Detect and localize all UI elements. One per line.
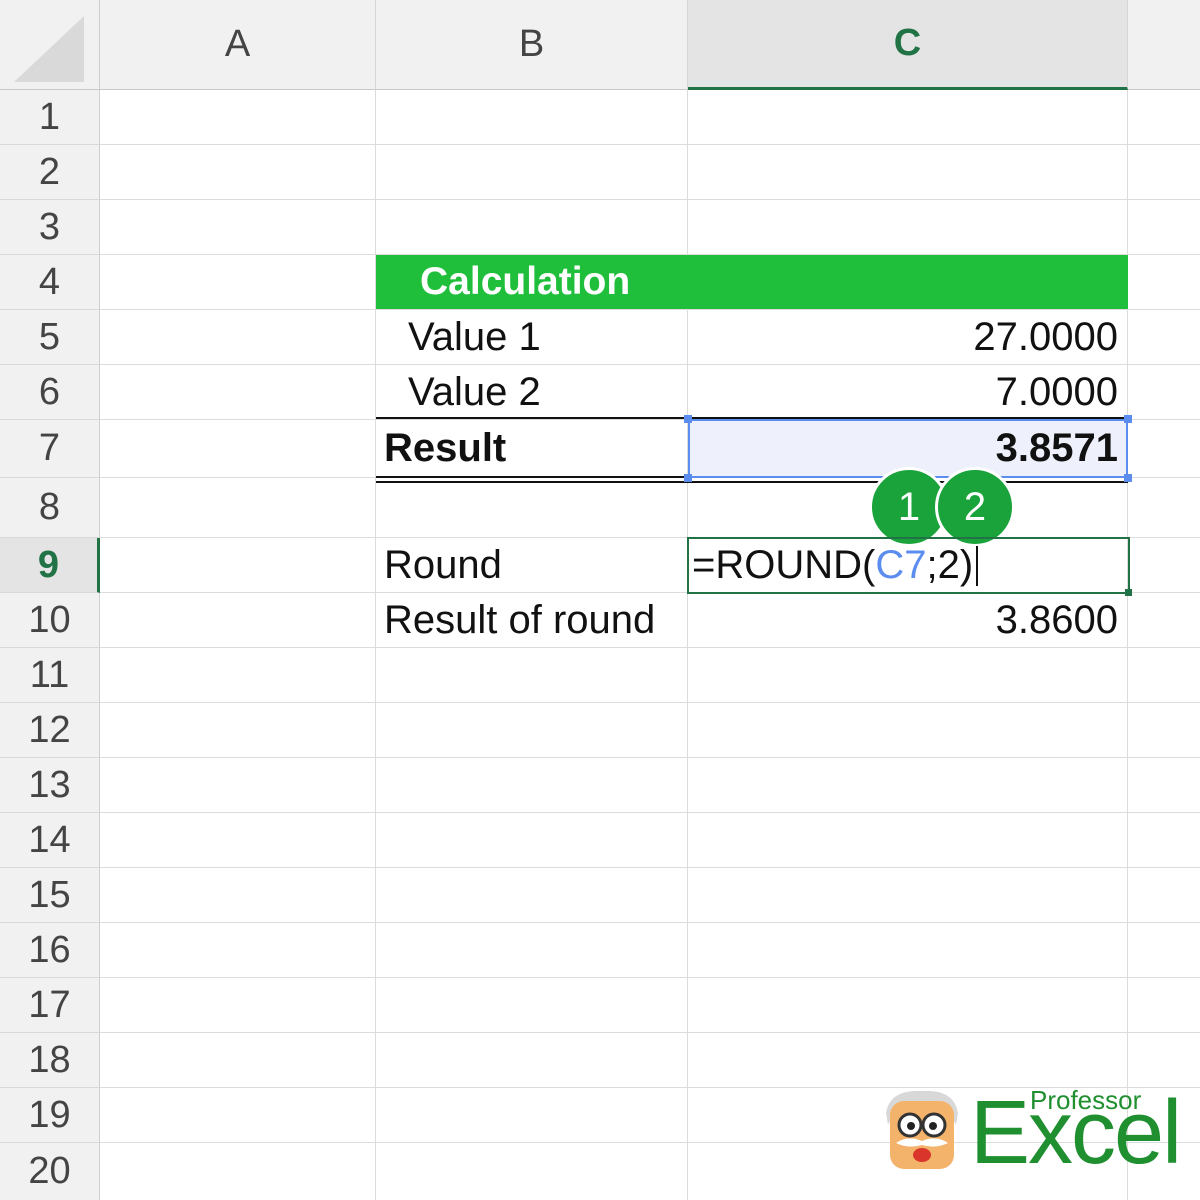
formula-prefix: =ROUND( [692, 543, 876, 587]
row-label: 2 [38, 150, 61, 193]
row-header-20[interactable]: 20 [0, 1143, 100, 1200]
value1-cell[interactable]: 27.0000 [688, 310, 1128, 364]
row-header-13[interactable]: 13 [0, 758, 100, 813]
gridline-horizontal [100, 867, 1200, 868]
row-label: 5 [38, 315, 61, 358]
row-label: 12 [28, 708, 71, 751]
row-label: 1 [38, 95, 61, 138]
column-label-a: A [224, 23, 251, 65]
calculation-header[interactable]: Calculation [420, 255, 630, 309]
row-label: 7 [38, 427, 61, 469]
selection-handle[interactable] [1124, 415, 1132, 423]
column-label-b: B [518, 23, 545, 65]
row-header-17[interactable]: 17 [0, 978, 100, 1033]
row-header-14[interactable]: 14 [0, 813, 100, 868]
gridline-horizontal [100, 144, 1200, 145]
row-label: 8 [38, 486, 61, 528]
column-header-c[interactable]: C [688, 0, 1128, 90]
gridline-horizontal [100, 812, 1200, 813]
gridline-horizontal [100, 1032, 1200, 1033]
formula-editor[interactable]: =ROUND(C7 ;2) [692, 538, 1128, 593]
formula-suffix: ;2) [926, 543, 974, 587]
row-header-1[interactable]: 1 [0, 90, 100, 145]
result-of-round-label[interactable]: Result of round [384, 593, 655, 648]
row-header-7[interactable]: 7 [0, 420, 100, 478]
row-header-3[interactable]: 3 [0, 200, 100, 255]
row-header-19[interactable]: 19 [0, 1088, 100, 1143]
gridline-horizontal [100, 199, 1200, 200]
logo-main-text: Excel [970, 1083, 1182, 1183]
row-header-11[interactable]: 11 [0, 648, 100, 703]
gridline-horizontal [100, 922, 1200, 923]
row-header-16[interactable]: 16 [0, 923, 100, 978]
selection-handle[interactable] [684, 474, 692, 482]
value2-cell[interactable]: 7.0000 [688, 365, 1128, 419]
row-label: 9 [37, 543, 60, 586]
row-header-6[interactable]: 6 [0, 365, 100, 420]
step-badge-2: 2 [935, 467, 1015, 547]
result-of-round-cell[interactable]: 3.8600 [688, 593, 1128, 648]
gridline-horizontal [100, 977, 1200, 978]
row-header-4[interactable]: 4 [0, 255, 100, 310]
row-label: 11 [29, 653, 70, 696]
result-bottom-border-double [376, 481, 1128, 483]
row-label: 6 [38, 370, 61, 413]
round-label[interactable]: Round [384, 538, 502, 593]
row-label: 4 [38, 260, 61, 303]
row-header-12[interactable]: 12 [0, 703, 100, 758]
row-label: 13 [28, 763, 71, 806]
professor-mascot-icon [878, 1085, 966, 1173]
row-header-8[interactable]: 8 [0, 478, 100, 538]
column-header-d[interactable] [1128, 0, 1200, 90]
selection-handle[interactable] [1124, 474, 1132, 482]
column-header-b[interactable]: B [376, 0, 688, 90]
gridline-horizontal [100, 702, 1200, 703]
row-label: 18 [28, 1038, 71, 1081]
value1-label[interactable]: Value 1 [408, 310, 541, 364]
row-header-15[interactable]: 15 [0, 868, 100, 923]
column-header-a[interactable]: A [100, 0, 376, 90]
column-label-c: C [893, 22, 922, 64]
result-label[interactable]: Result [384, 420, 506, 477]
select-all-triangle-icon [14, 16, 84, 82]
row-label: 3 [38, 205, 61, 248]
row-label: 16 [28, 928, 71, 971]
formula-reference: C7 [875, 543, 927, 587]
row-header-18[interactable]: 18 [0, 1033, 100, 1088]
row-header-9[interactable]: 9 [0, 538, 100, 593]
row-header-2[interactable]: 2 [0, 145, 100, 200]
text-cursor [976, 545, 979, 586]
row-label: 14 [28, 818, 71, 861]
row-label: 19 [28, 1093, 71, 1136]
row-label: 20 [28, 1150, 71, 1192]
row-label: 15 [28, 873, 71, 916]
gridline-horizontal [100, 757, 1200, 758]
value2-label[interactable]: Value 2 [408, 365, 541, 419]
row-label: 10 [28, 598, 71, 641]
row-label: 17 [28, 983, 71, 1026]
row-header-5[interactable]: 5 [0, 310, 100, 365]
row-header-10[interactable]: 10 [0, 593, 100, 648]
selection-handle[interactable] [684, 415, 692, 423]
